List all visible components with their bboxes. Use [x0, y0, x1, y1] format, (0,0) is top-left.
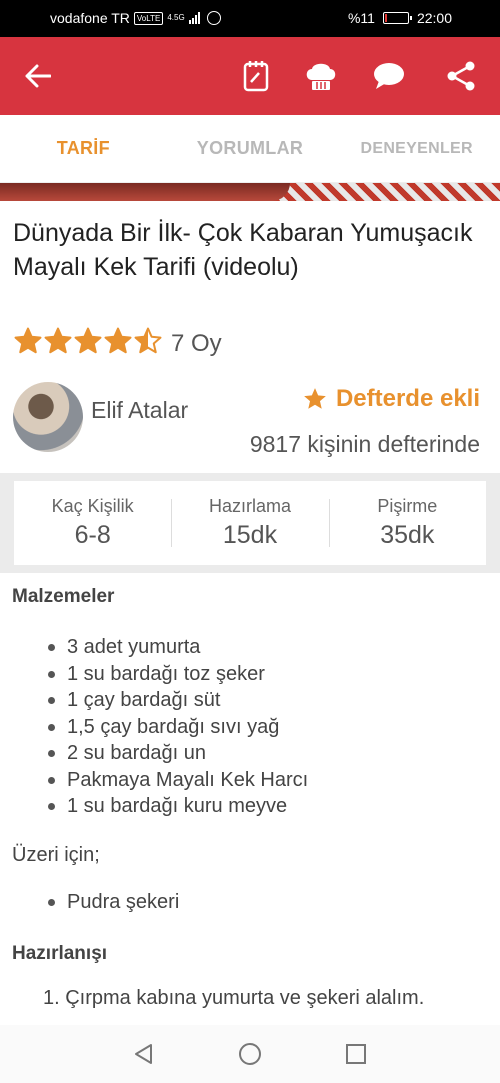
recipe-title: Dünyada Bir İlk- Çok Kabaran Yumuşacık M… — [13, 219, 473, 281]
back-arrow-icon[interactable] — [18, 56, 58, 96]
star-filled-icon — [44, 327, 72, 354]
info-servings-label: Kaç Kişilik — [51, 496, 134, 516]
nav-home-icon[interactable] — [238, 1042, 262, 1066]
recipe-info-section: Kaç Kişilik 6-8 Hazırlama 15dk Pişirme 3… — [0, 473, 500, 573]
tab-bar: TARİF YORUMLAR DENEYENLER — [0, 115, 500, 183]
battery-icon — [382, 12, 412, 24]
list-item: 1 su bardağı kuru meyve — [12, 793, 488, 820]
tab-deneyenler[interactable]: DENEYENLER — [333, 115, 500, 182]
volte-badge: VoLTE — [133, 11, 164, 25]
rating-stars — [13, 326, 163, 361]
list-item: 2 su bardağı un — [12, 740, 488, 767]
info-servings: Kaç Kişilik 6-8 — [14, 481, 171, 565]
preparation-heading: Hazırlanışı — [12, 943, 108, 964]
share-icon[interactable] — [441, 56, 481, 96]
nav-back-icon[interactable] — [132, 1042, 156, 1066]
signal-icon — [188, 12, 200, 24]
system-nav-bar — [0, 1025, 500, 1083]
favorite-label: Defterde ekli — [335, 385, 480, 412]
star-half-icon — [134, 327, 162, 354]
star-filled-icon — [104, 327, 132, 354]
tab-tarif[interactable]: TARİF — [0, 115, 167, 182]
ingredients-list: 3 adet yumurta 1 su bardağı toz şeker 1 … — [12, 634, 488, 820]
recipe-image[interactable] — [0, 183, 500, 201]
notebook-icon[interactable] — [236, 56, 276, 96]
topping-heading: Üzeri için; — [12, 843, 100, 866]
whatsapp-icon — [206, 11, 221, 25]
app-bar — [0, 37, 500, 115]
recipe-info-card: Kaç Kişilik 6-8 Hazırlama 15dk Pişirme 3… — [14, 481, 486, 565]
list-item: 3 adet yumurta — [12, 634, 488, 661]
star-filled-icon — [14, 327, 42, 354]
info-prep-label: Hazırlama — [208, 496, 291, 516]
step-item: 1. Çırpma kabına yumurta ve şekeri alalı… — [43, 987, 425, 1009]
favorite-count: 9817 kişinin defterinde — [249, 431, 480, 457]
chef-hat-icon[interactable] — [301, 56, 341, 96]
info-cook-label: Pişirme — [377, 496, 438, 516]
topping-list: Pudra şekeri — [12, 889, 488, 916]
list-item: 1 su bardağı toz şeker — [12, 661, 488, 688]
info-prep: Hazırlama 15dk — [171, 481, 328, 565]
list-item: 1,5 çay bardağı sıvı yağ — [12, 714, 488, 741]
star-filled-icon — [304, 388, 326, 409]
info-prep-value: 15dk — [222, 521, 278, 549]
list-item: Pudra şekeri — [12, 889, 488, 916]
list-item: Pakmaya Mayalı Kek Harcı — [12, 767, 488, 794]
author-name[interactable]: Elif Atalar — [91, 397, 188, 424]
info-cook: Pişirme 35dk — [328, 481, 486, 565]
clock: 22:00 — [416, 10, 452, 26]
ingredients-heading: Malzemeler — [12, 586, 115, 607]
vote-count: 7 Oy — [171, 329, 222, 357]
status-bar: vodafone TR VoLTE 4.5G %11 22:00 — [0, 0, 500, 37]
favorite-button[interactable]: Defterde ekli — [302, 385, 480, 413]
nav-recents-icon[interactable] — [344, 1042, 368, 1066]
info-servings-value: 6-8 — [74, 521, 111, 549]
preparation-steps: 1. Çırpma kabına yumurta ve şekeri alalı… — [12, 985, 488, 1011]
list-item: 1 çay bardağı süt — [12, 687, 488, 714]
carrier-label: vodafone TR — [50, 10, 130, 26]
info-cook-value: 35dk — [380, 521, 435, 549]
battery-percent: %11 — [347, 10, 375, 26]
author-avatar[interactable] — [13, 382, 83, 452]
rating[interactable]: 7 Oy — [13, 326, 222, 361]
comment-icon[interactable] — [369, 56, 409, 96]
star-filled-icon — [74, 327, 102, 354]
network-type: 4.5G — [167, 13, 185, 22]
recipe-content: Malzemeler 3 adet yumurta 1 su bardağı t… — [12, 586, 488, 1011]
tab-yorumlar[interactable]: YORUMLAR — [167, 115, 334, 182]
